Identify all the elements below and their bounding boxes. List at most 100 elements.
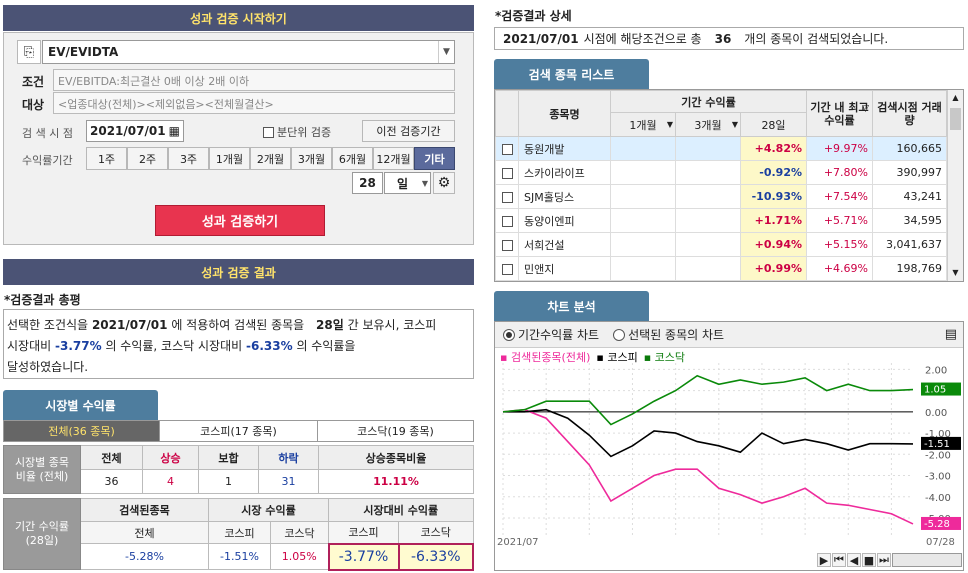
summary-text: 의 수익률, 코스닥 시장대비 (105, 339, 243, 353)
period-1m-button[interactable]: 1개월 (209, 147, 250, 170)
forward-icon[interactable]: ⏭ (877, 553, 891, 567)
stock-list-tab[interactable]: 검색 종목 리스트 (494, 59, 649, 89)
summary-title: *검증결과 총평 (4, 293, 81, 307)
row-check[interactable] (495, 232, 519, 257)
radio-selected-icon[interactable] (503, 328, 515, 341)
row-name[interactable]: SJM홀딩스 (518, 184, 611, 209)
table-row[interactable]: 동양이엔피 +1.71% +5.71% 34,595 (495, 208, 947, 233)
step-back-icon[interactable]: ◀ (847, 553, 861, 567)
row-checkbox[interactable] (501, 143, 513, 155)
return-value-highlight: -6.33% (397, 542, 474, 571)
period-6m-button[interactable]: 6개월 (332, 147, 373, 170)
row-checkbox[interactable] (501, 215, 513, 227)
days-value: 28 (359, 176, 376, 190)
start-title: 성과 검증 시작하기 (190, 11, 287, 26)
prev-period-button[interactable]: 이전 검증기간 (362, 120, 455, 142)
market-return-tab[interactable]: 시장별 수익률 (3, 390, 158, 420)
subtab-kosdaq[interactable]: 코스닥(19 종목) (317, 421, 473, 441)
row-check[interactable] (495, 208, 519, 233)
row-check[interactable] (495, 160, 519, 185)
strategy-select[interactable]: EV/EVIDTA ▼ (42, 40, 455, 64)
return-value: -5.28% (80, 543, 209, 570)
row-name[interactable]: 동양이엔피 (518, 208, 611, 233)
return-chart: 2.001.000.00-1.00-2.00-3.00-4.00-5.001.0… (502, 363, 961, 535)
chevron-down-icon[interactable]: ▼ (438, 41, 454, 63)
detail-date: 2021/07/01 (503, 31, 579, 46)
detail-box: 2021/07/01 시점에 해당조건으로 총 36 개의 종목이 검색되었습니… (494, 27, 964, 50)
row-name[interactable]: 동원개발 (518, 136, 611, 161)
condition-load-icon[interactable]: ⎘ (17, 40, 41, 64)
period-select-1[interactable]: 1개월 ▼ (610, 112, 676, 137)
row-checkbox[interactable] (501, 263, 513, 275)
detail-text: 개의 종목이 검색되었습니다. (744, 32, 889, 46)
row-max: +9.97% (806, 136, 873, 161)
row-3m (675, 232, 741, 257)
row-checkbox[interactable] (501, 191, 513, 203)
chart-menu-icon[interactable]: ▤ (945, 327, 957, 342)
list-scrollbar[interactable]: ▲ ▼ (947, 90, 963, 281)
y-tick-label: 2.00 (925, 365, 947, 376)
radio-icon[interactable] (613, 328, 626, 341)
chevron-down-icon[interactable]: ▼ (732, 120, 738, 129)
col-max-label: 기간 내 최고수익률 (810, 100, 869, 127)
table-row[interactable]: SJM홀딩스 -10.93% +7.54% 43,241 (495, 184, 947, 209)
chart-slider[interactable] (892, 553, 962, 567)
table-row[interactable]: 동원개발 +4.82% +9.97% 160,665 (495, 136, 947, 161)
play-icon[interactable]: ▶ (817, 553, 831, 567)
minute-check[interactable]: 분단위 검증 (263, 124, 331, 140)
row-checkbox[interactable] (501, 167, 513, 179)
ratio-value: 31 (258, 469, 319, 494)
row-check[interactable] (495, 136, 519, 161)
subtab-kospi[interactable]: 코스피(17 종목) (159, 421, 317, 441)
filter-icon[interactable]: ▽ (862, 103, 869, 116)
period-3m-button[interactable]: 3개월 (291, 147, 332, 170)
period-other-button[interactable]: 기타 (414, 147, 455, 170)
stop-icon[interactable]: ■ (862, 553, 876, 567)
period-1w-button[interactable]: 1주 (86, 147, 127, 170)
radio-label: 선택된 종목의 차트 (628, 328, 725, 342)
rewind-icon[interactable]: ⏮ (832, 553, 846, 567)
row-name[interactable]: 민앤지 (518, 256, 611, 281)
scroll-up-icon[interactable]: ▲ (948, 90, 963, 106)
chevron-down-icon[interactable]: ▼ (667, 120, 673, 129)
radio-period-return[interactable]: 기간수익률 차트 (503, 326, 599, 343)
scroll-thumb[interactable] (950, 108, 961, 130)
period-label: 수익률기간 (22, 154, 73, 167)
period-12m-button[interactable]: 12개월 (373, 147, 414, 170)
scroll-down-icon[interactable]: ▼ (948, 265, 963, 281)
calendar-icon[interactable]: ▦ (169, 124, 180, 138)
period-2m-button[interactable]: 2개월 (250, 147, 291, 170)
days-input[interactable]: 28 (352, 172, 383, 194)
radio-selected-stock[interactable]: 선택된 종목의 차트 (613, 326, 724, 343)
market-subtabs: 전체(36 종목) 코스피(17 종목) 코스닥(19 종목) (3, 420, 474, 442)
row-check[interactable] (495, 256, 519, 281)
row-name[interactable]: 서희건설 (518, 232, 611, 257)
row-1m (610, 232, 676, 257)
period-buttons: 1주 2주 3주 1개월 2개월 3개월 6개월 12개월 기타 (86, 147, 455, 170)
period-2w-button[interactable]: 2주 (127, 147, 168, 170)
period-3w-button[interactable]: 3주 (168, 147, 209, 170)
period-select-2[interactable]: 3개월 ▼ (675, 112, 741, 137)
days-unit-select[interactable]: 일 ▼ (384, 172, 431, 194)
row-check[interactable] (495, 184, 519, 209)
minute-checkbox[interactable] (263, 126, 274, 138)
table-row[interactable]: 민앤지 +0.99% +4.69% 198,769 (495, 256, 947, 281)
subtab-all[interactable]: 전체(36 종목) (4, 421, 159, 441)
run-verify-button[interactable]: 성과 검증하기 (155, 205, 325, 236)
row-3m (675, 256, 741, 281)
row-1m (610, 184, 676, 209)
return-sub: 코스닥 (270, 521, 329, 544)
row-checkbox[interactable] (501, 239, 513, 251)
summary-text: 시장대비 (7, 339, 52, 353)
row-name[interactable]: 스카이라이프 (518, 160, 611, 185)
chart-analysis-tab[interactable]: 차트 분석 (494, 291, 649, 321)
chevron-down-icon[interactable]: ▼ (422, 179, 428, 188)
table-row[interactable]: 스카이라이프 -0.92% +7.80% 390,997 (495, 160, 947, 185)
table-row[interactable]: 서희건설 +0.94% +5.15% 3,041,637 (495, 232, 947, 257)
search-date-input[interactable]: 2021/07/01 ▦ (86, 120, 184, 142)
col-period: 기간 수익률 (610, 90, 807, 113)
summary-date: 2021/07/01 (91, 318, 168, 332)
col-max: 기간 내 최고수익률 ▽ (806, 90, 873, 137)
return-sub: 코스피 (208, 521, 271, 544)
gear-icon[interactable]: ⚙ (433, 172, 455, 194)
